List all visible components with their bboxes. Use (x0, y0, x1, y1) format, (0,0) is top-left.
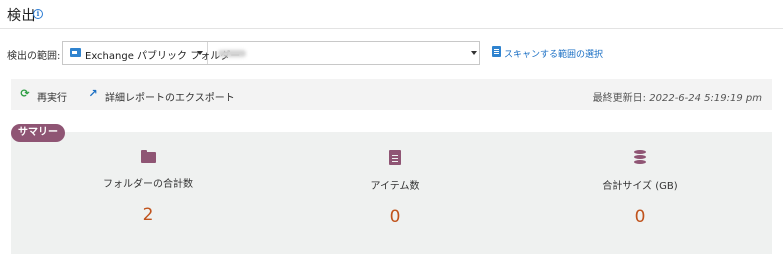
summary-panel: フォルダーの合計数 2 アイテム数 0 合計サイズ (GB) 0 (11, 132, 772, 254)
scope-label: 検出の範囲: (7, 51, 61, 62)
database-icon (634, 150, 646, 165)
info-icon[interactable]: i (33, 9, 43, 19)
stat-total-size: 合計サイズ (GB) 0 (560, 150, 720, 227)
public-folder-icon (70, 48, 81, 57)
scope-row: 検出の範囲: Exchange パブリック フォルダー スキャンする範囲の選択 (0, 38, 783, 68)
stat-value: 0 (389, 207, 401, 227)
header-bar: 検出 i (0, 0, 783, 29)
target-dropdown-chevron-icon[interactable] (471, 51, 477, 55)
stat-label: フォルダーの合計数 (103, 179, 193, 190)
scope-selector[interactable]: Exchange パブリック フォルダー (62, 41, 480, 65)
last-updated-timestamp: 2022-6-24 5:19:19 pm (649, 93, 762, 104)
select-scan-scope-label[interactable]: スキャンする範囲の選択 (504, 47, 603, 60)
page-title: 検出 (7, 8, 36, 24)
stat-label: アイテム数 (370, 181, 420, 192)
stat-value: 0 (634, 207, 646, 227)
refresh-icon: ⟳ (20, 87, 30, 100)
folder-icon (140, 150, 156, 163)
toolbar: ⟳ 再実行 ↗ 詳細レポートのエクスポート 最終更新日: 2022-6-24 5… (11, 79, 772, 110)
summary-badge: サマリー (11, 124, 65, 142)
redacted-target (218, 50, 246, 57)
scope-document-icon (492, 46, 501, 57)
source-dropdown-value: Exchange パブリック フォルダー (85, 51, 241, 62)
source-dropdown[interactable]: Exchange パブリック フォルダー (63, 42, 240, 64)
export-arrow-icon: ↗ (88, 87, 98, 100)
stat-label: 合計サイズ (GB) (602, 181, 678, 192)
stat-item-count: アイテム数 0 (315, 150, 475, 227)
chevron-down-icon[interactable] (197, 51, 203, 55)
last-updated: 最終更新日: 2022-6-24 5:19:19 pm (593, 89, 762, 104)
rerun-label: 再実行 (37, 93, 67, 104)
last-updated-label: 最終更新日: (592, 93, 647, 104)
file-icon (389, 150, 401, 165)
export-report-label: 詳細レポートのエクスポート (105, 93, 235, 104)
stat-total-folders: フォルダーの合計数 2 (68, 150, 228, 225)
stat-value: 2 (142, 205, 154, 225)
